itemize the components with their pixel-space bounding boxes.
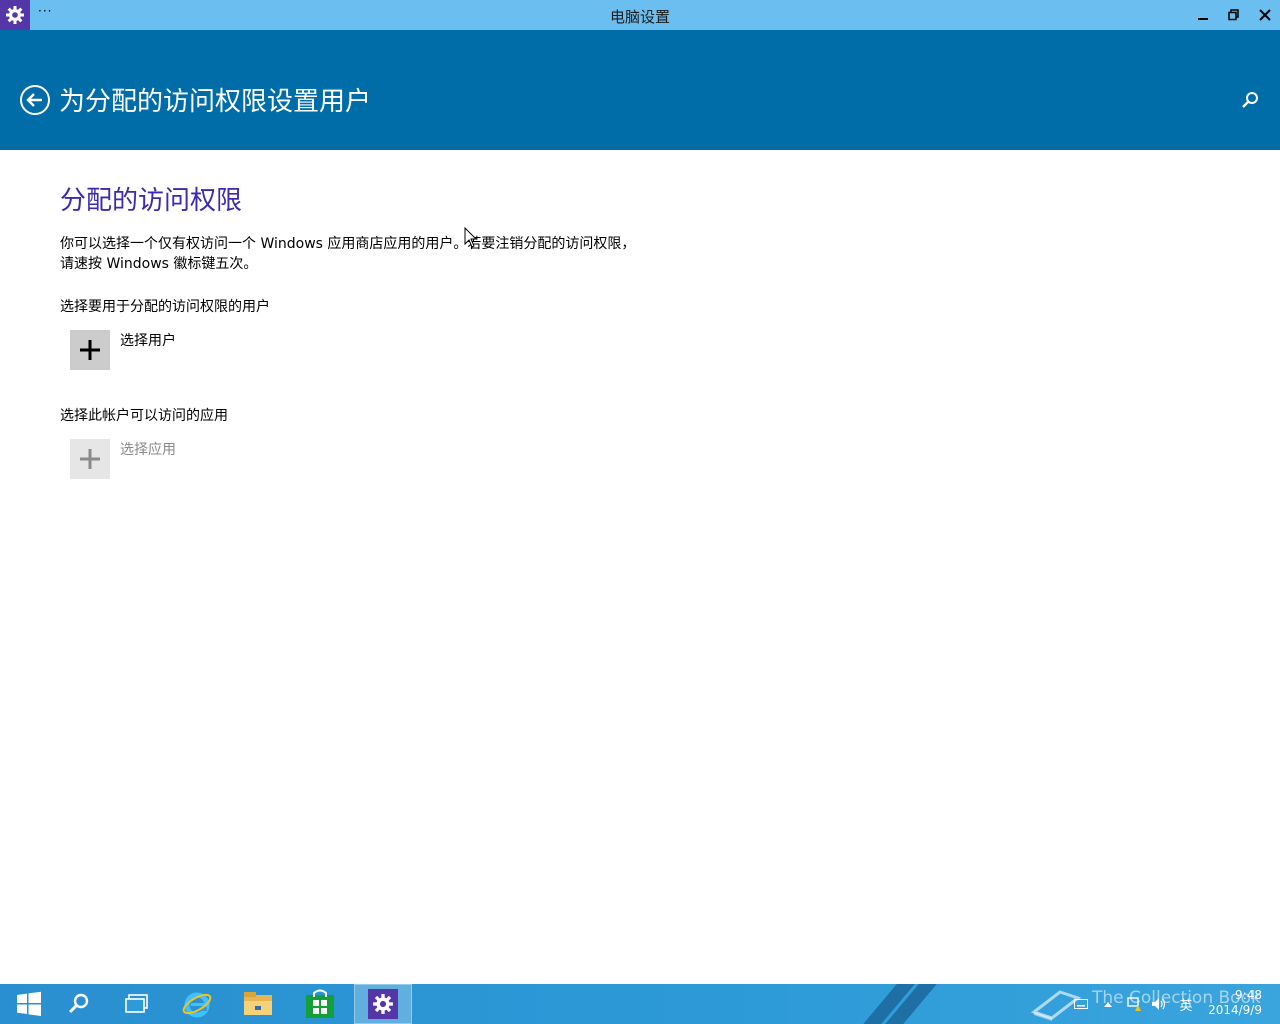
window-title: 电脑设置 [609, 8, 670, 26]
assigned-access-description: 你可以选择一个仅有权访问一个 Windows 应用商店应用的用户。若要注销分配的… [60, 236, 636, 272]
page-title: 为分配的访问权限设置用户 [59, 87, 372, 117]
store-button[interactable] [291, 984, 349, 1024]
title-bar: ··· 电脑设置 [0, 0, 1280, 30]
plus-icon [80, 340, 100, 360]
clock-time: 9:48 [1235, 988, 1262, 1002]
gear-icon [373, 994, 393, 1014]
clock-date: 2014/9/9 [1208, 1003, 1262, 1017]
back-arrow-icon [20, 85, 50, 115]
tray-show-hidden-icons[interactable] [1100, 984, 1116, 1024]
close-button[interactable] [1250, 0, 1280, 30]
restore-button[interactable] [1219, 0, 1249, 30]
search-icon [1242, 92, 1258, 108]
internet-explorer-button[interactable] [168, 984, 226, 1024]
choose-app-button [70, 439, 110, 479]
ie-icon [182, 992, 212, 1018]
file-explorer-icon [244, 992, 272, 1015]
task-view-button[interactable] [108, 984, 166, 1024]
page-header: 为分配的访问权限设置用户 [0, 30, 1280, 150]
minimize-icon [1198, 18, 1208, 20]
restore-icon [1228, 9, 1239, 21]
choose-app-label: 选择应用 [120, 442, 176, 458]
back-button[interactable] [19, 84, 51, 116]
section-title: 分配的访问权限 [60, 186, 243, 216]
tray-network-button[interactable] [1124, 984, 1144, 1024]
search-button[interactable] [1240, 90, 1260, 110]
store-icon [306, 989, 334, 1018]
pc-settings-taskbar-button[interactable] [354, 984, 412, 1024]
choose-user-button[interactable] [70, 330, 110, 370]
volume-icon [1152, 998, 1166, 1010]
settings-app-tile [368, 989, 398, 1019]
windows-start-icon [17, 991, 41, 1016]
choose-user-label[interactable]: 选择用户 [120, 330, 176, 350]
tray-volume-button[interactable] [1150, 984, 1168, 1024]
taskbar-search-button[interactable] [50, 984, 108, 1024]
search-icon [68, 993, 89, 1014]
plus-icon [80, 449, 100, 469]
keyboard-icon [1074, 999, 1088, 1009]
tray-input-language[interactable]: 英 [1176, 984, 1196, 1024]
chevron-up-icon [1104, 1002, 1112, 1007]
mouse-cursor-icon [464, 227, 478, 248]
minimize-button[interactable] [1188, 0, 1218, 30]
user-section-label: 选择要用于分配的访问权限的用户 [60, 299, 270, 315]
close-icon [1259, 9, 1271, 21]
tray-keyboard-button[interactable] [1072, 984, 1090, 1024]
network-warning-icon [1127, 997, 1141, 1011]
file-explorer-button[interactable] [229, 984, 287, 1024]
task-view-icon [125, 994, 148, 1013]
taskbar: The Collection Book 英 9:48 2014/9/9 [0, 984, 1280, 1024]
app-section-label: 选择此帐户可以访问的应用 [60, 408, 228, 424]
tray-clock[interactable]: 9:48 2014/9/9 [1208, 988, 1262, 1018]
